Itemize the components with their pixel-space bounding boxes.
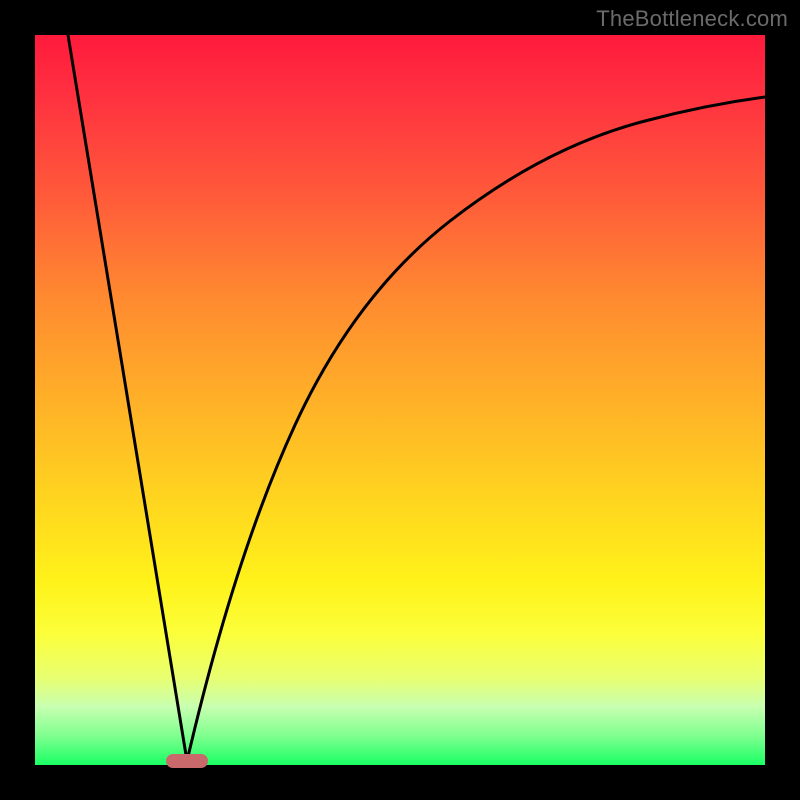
curve-svg (35, 35, 765, 765)
chart-frame: TheBottleneck.com (0, 0, 800, 800)
plot-area (35, 35, 765, 765)
optimum-marker (166, 754, 208, 768)
left-line-path (68, 35, 187, 761)
right-curve-path (187, 97, 765, 761)
watermark-text: TheBottleneck.com (596, 6, 788, 32)
